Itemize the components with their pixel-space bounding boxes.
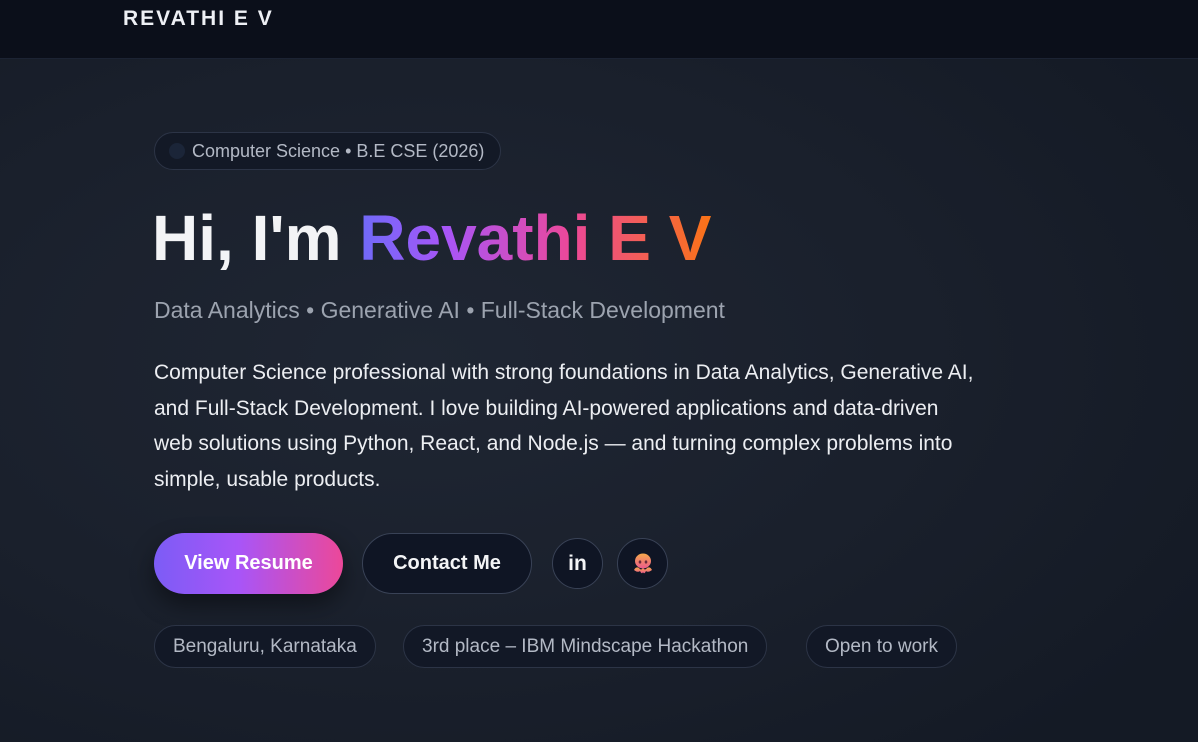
badge-dot-icon: [169, 143, 185, 159]
contact-me-button[interactable]: Contact Me: [362, 533, 532, 594]
github-button[interactable]: [617, 538, 668, 589]
greeting-text: Hi, I'm: [152, 202, 360, 274]
hero-name: Revathi E V: [359, 202, 712, 274]
open-to-work-chip: Open to work: [806, 625, 957, 668]
hero-subtitle: Data Analytics • Generative AI • Full-St…: [154, 297, 725, 323]
top-navbar: REVATHI E V: [0, 0, 1198, 59]
brand-logo-text[interactable]: REVATHI E V: [123, 7, 274, 31]
github-octocat-icon: [633, 553, 652, 573]
location-chip: Bengaluru, Karnataka: [154, 625, 376, 668]
education-badge: Computer Science • B.E CSE (2026): [154, 132, 502, 170]
view-resume-button[interactable]: View Resume: [154, 533, 343, 594]
hero-headline: Hi, I'm Revathi E V: [152, 198, 711, 278]
linkedin-icon: in: [568, 551, 587, 575]
linkedin-button[interactable]: in: [552, 538, 603, 589]
hero-bio: Computer Science professional with stron…: [154, 361, 974, 491]
hackathon-chip: 3rd place – IBM Mindscape Hackathon: [403, 625, 768, 668]
education-badge-label: Computer Science • B.E CSE (2026): [192, 140, 485, 161]
